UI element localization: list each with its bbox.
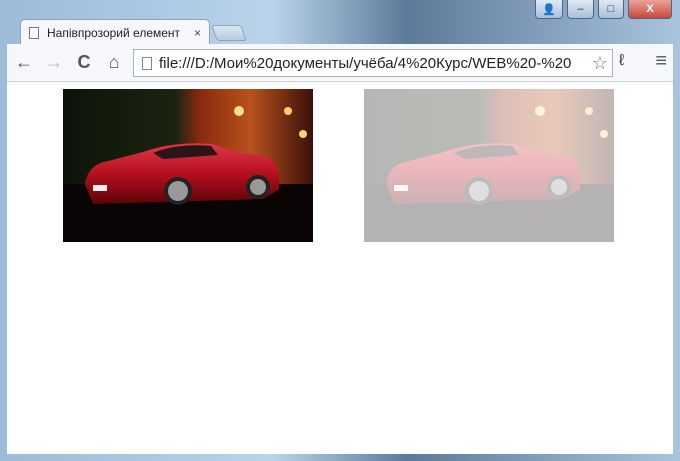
- menu-icon[interactable]: ≡: [655, 50, 667, 73]
- toolbar: ← → C ⌂ file:///D:/Мои%20документы/учёба…: [7, 44, 673, 82]
- page-icon: [142, 56, 152, 70]
- close-window-button[interactable]: X: [628, 0, 672, 19]
- user-icon[interactable]: 👤: [535, 0, 563, 19]
- maximize-button[interactable]: □: [598, 0, 624, 19]
- address-bar[interactable]: file:///D:/Мои%20документы/учёба/4%20Кур…: [133, 49, 613, 77]
- new-tab-button[interactable]: [211, 25, 247, 41]
- back-button[interactable]: ←: [11, 52, 37, 73]
- tab-title: Напівпрозорий елемент: [47, 25, 181, 40]
- page-icon: [29, 26, 39, 39]
- extension-icon[interactable]: ℓ: [619, 52, 624, 70]
- url-input[interactable]: file:///D:/Мои%20документы/учёба/4%20Кур…: [159, 55, 588, 72]
- tab-active[interactable]: Напівпрозорий елемент ×: [20, 19, 210, 45]
- car-image-translucent: [364, 89, 614, 242]
- window-controls: 👤 – □ X: [535, 0, 672, 19]
- car-image-opaque: [63, 89, 313, 242]
- bookmark-star-icon[interactable]: ☆: [588, 53, 612, 74]
- reload-button[interactable]: C: [71, 52, 97, 73]
- forward-button[interactable]: →: [41, 52, 67, 73]
- home-button[interactable]: ⌂: [101, 52, 127, 73]
- tab-close-icon[interactable]: ×: [194, 26, 201, 40]
- minimize-button[interactable]: –: [567, 0, 594, 19]
- page-content: [7, 82, 673, 454]
